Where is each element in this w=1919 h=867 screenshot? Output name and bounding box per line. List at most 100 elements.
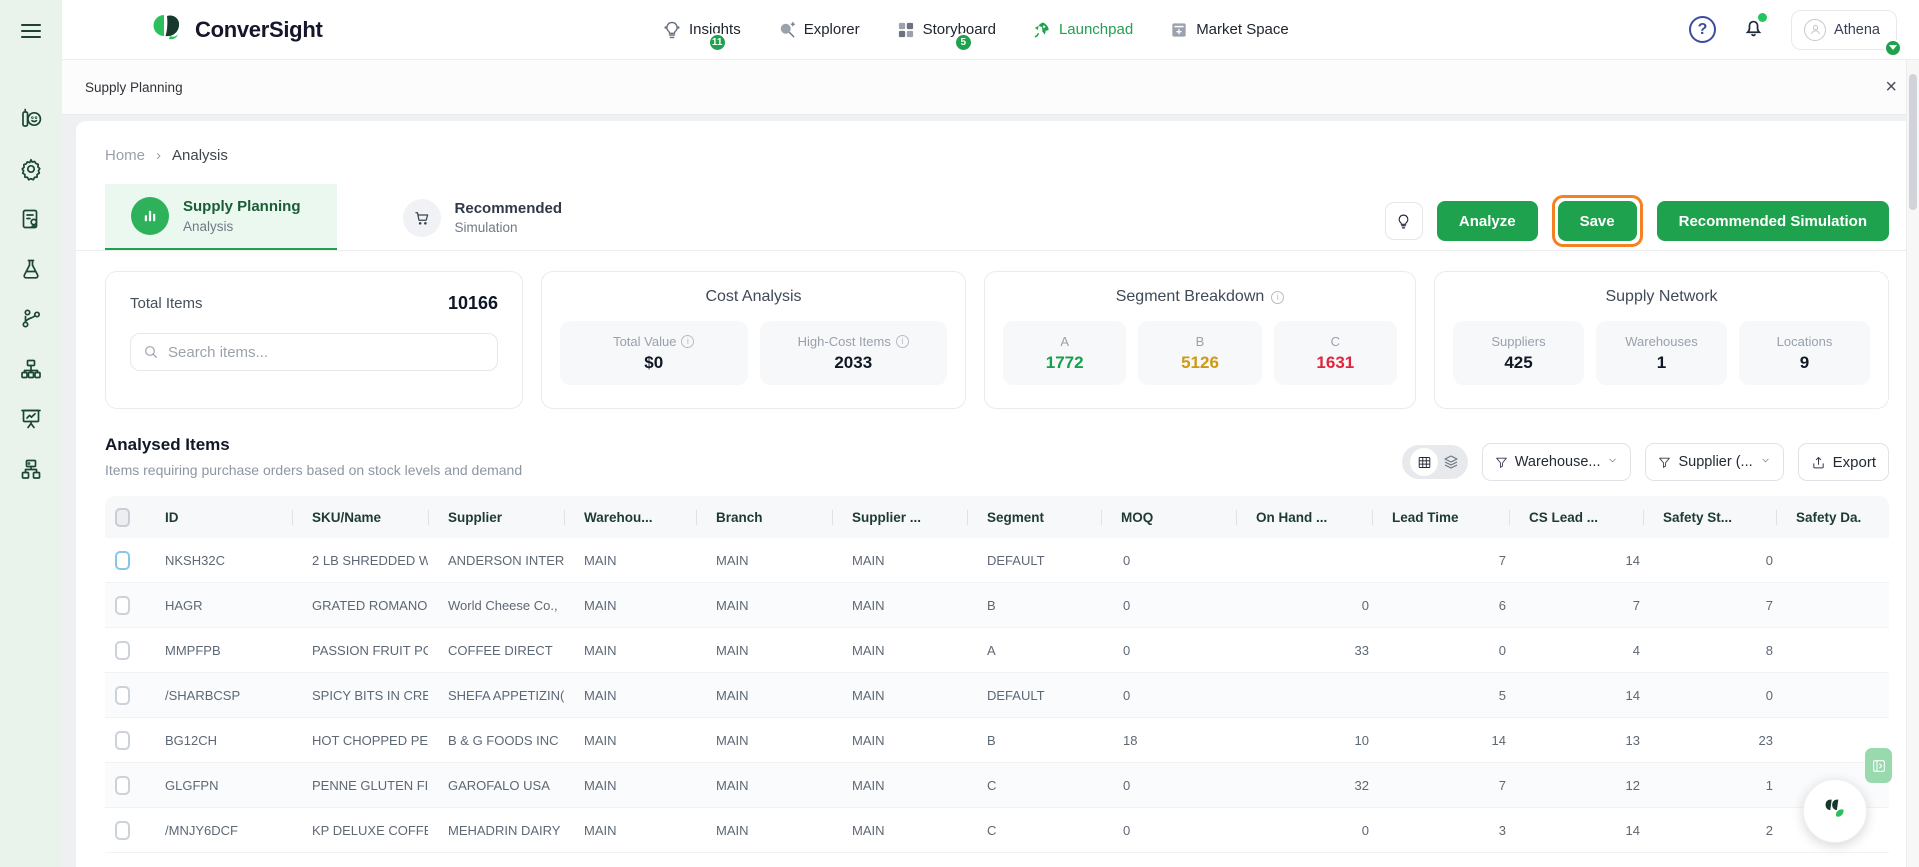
analysed-items-subtitle: Items requiring purchase orders based on… — [105, 461, 523, 478]
row-checkbox[interactable] — [115, 775, 130, 795]
summary-cards: Total Items 10166 Cost Analysis Total Va… — [105, 271, 1889, 409]
table-cell: MAIN — [584, 642, 617, 658]
inventory-insights-icon[interactable] — [18, 106, 44, 132]
analyze-button[interactable]: Analyze — [1436, 201, 1538, 241]
segment-b-metric: B 5126 — [1138, 321, 1262, 385]
nav-insights[interactable]: Insights 11 — [662, 0, 741, 60]
warehouse-filter-dropdown[interactable]: Warehouse... — [1481, 443, 1632, 481]
column-header: MOQ — [1101, 510, 1236, 525]
user-menu[interactable]: Athena — [1791, 9, 1902, 57]
scrollbar-thumb[interactable] — [1909, 74, 1917, 210]
table-row[interactable]: NKSH32C 2 LB SHREDDED W ANDERSON INTER MAIN… — [105, 538, 1889, 583]
logo-text: ConverSight — [195, 16, 323, 42]
nav-storyboard[interactable]: Storyboard 5 — [896, 0, 996, 60]
export-icon — [1812, 456, 1824, 468]
table-row[interactable]: /SHARBCSP SPICY BITS IN CRE. SHEFA APPETIZ… — [105, 673, 1889, 718]
table-cell: 0 — [1123, 642, 1131, 658]
table-cell: 0 — [1765, 552, 1773, 568]
tab-supply-planning-analysis[interactable]: Supply Planning Analysis — [105, 184, 337, 251]
table-row[interactable]: MMPFPB PASSION FRUIT PC COFFEE DIRECT MAIN M… — [105, 628, 1889, 673]
lab-flask-icon[interactable] — [18, 256, 44, 282]
top-navbar: ConverSight Insights 11 Explorer Storybo… — [62, 0, 1919, 60]
row-checkbox[interactable] — [115, 820, 130, 840]
table-cell: MAIN — [716, 642, 749, 658]
document-search-icon[interactable] — [18, 206, 44, 232]
export-button[interactable]: Export — [1797, 443, 1889, 481]
search-items-input[interactable] — [168, 343, 485, 361]
segment-a-metric: A 1772 — [1003, 321, 1127, 385]
save-button-highlight: Save — [1551, 195, 1643, 247]
table-cell: 0 — [1123, 822, 1131, 838]
table-cell: 14 — [1625, 552, 1640, 568]
chevron-down-icon — [1609, 458, 1617, 463]
segment-c-metric: C 1631 — [1273, 321, 1397, 385]
save-button[interactable]: Save — [1557, 201, 1637, 241]
side-panel-toggle-button[interactable] — [1865, 748, 1892, 783]
athena-chat-button[interactable] — [1803, 779, 1867, 843]
cost-analysis-card: Cost Analysis Total Value i $0 High-Cost … — [541, 271, 966, 409]
table-cell: 0 — [1361, 822, 1369, 838]
presentation-chart-icon[interactable] — [18, 406, 44, 432]
info-icon[interactable]: i — [1271, 290, 1285, 304]
segment-breakdown-title: Segment Breakdown i — [1003, 288, 1397, 306]
select-all-checkbox[interactable] — [115, 507, 130, 527]
chevron-down-icon — [1762, 458, 1769, 463]
row-checkbox[interactable] — [115, 550, 130, 570]
column-header: Warehou... — [564, 510, 696, 525]
table-cell: 14 — [1491, 732, 1506, 748]
warehouses-metric: Warehouses 1 — [1596, 321, 1727, 385]
nav-market-space[interactable]: Market Space — [1169, 0, 1289, 60]
help-icon[interactable]: ? — [1689, 16, 1717, 43]
suggestions-bulb-button[interactable] — [1384, 202, 1423, 240]
table-cell: 7 — [1632, 597, 1640, 613]
table-cell: MAIN — [584, 597, 617, 613]
table-row[interactable]: /MNJY6DCF KP DELUXE COFFE MEHADRIN DAIRY MA… — [105, 808, 1889, 853]
row-checkbox[interactable] — [115, 685, 130, 705]
org-structure-icon[interactable] — [18, 456, 44, 482]
items-search — [130, 333, 498, 371]
total-items-card: Total Items 10166 — [105, 271, 523, 409]
table-cell: 33 — [1354, 642, 1369, 658]
conversight-logo[interactable]: ConverSight — [150, 12, 323, 48]
info-icon[interactable]: i — [681, 334, 695, 348]
row-checkbox[interactable] — [115, 595, 130, 615]
layers-view-icon[interactable] — [1443, 454, 1459, 470]
close-icon[interactable]: × — [1885, 77, 1897, 97]
table-cell: 8 — [1765, 642, 1773, 658]
table-view-icon[interactable] — [1410, 448, 1439, 476]
total-items-value: 10166 — [447, 293, 498, 313]
supplier-filter-dropdown[interactable]: Supplier (... — [1645, 443, 1784, 481]
table-row[interactable]: BG12CH HOT CHOPPED PE B & G FOODS INC MAIN M… — [105, 718, 1889, 763]
table-cell: 2 LB SHREDDED W — [312, 552, 428, 568]
view-toggle — [1401, 445, 1468, 479]
hierarchy-icon[interactable] — [18, 356, 44, 382]
conversight-logo-mark — [153, 14, 180, 39]
nav-launchpad[interactable]: Launchpad — [1032, 0, 1133, 60]
suppliers-metric: Suppliers 425 — [1453, 321, 1584, 385]
nav-explorer[interactable]: Explorer — [777, 0, 860, 60]
tab-recommended-simulation[interactable]: Recommended Simulation — [377, 184, 599, 251]
git-branch-icon[interactable] — [18, 306, 44, 332]
table-row[interactable]: GLGFPN PENNE GLUTEN FI GAROFALO USA MAIN MAI… — [105, 763, 1889, 808]
notifications-bell-icon[interactable] — [1742, 12, 1768, 44]
table-cell: PASSION FRUIT PC — [312, 642, 428, 658]
table-cell: B — [987, 732, 996, 748]
row-checkbox[interactable] — [115, 640, 130, 660]
table-row[interactable]: HAGR GRATED ROMANO World Cheese Co., MAIN MA… — [105, 583, 1889, 628]
table-cell: 5 — [1498, 687, 1506, 703]
table-header-row: ID SKU/Name Supplier Warehou... Branch Suppli… — [105, 496, 1889, 538]
locations-metric: Locations 9 — [1739, 321, 1870, 385]
info-icon[interactable]: i — [895, 334, 909, 348]
breadcrumb-home[interactable]: Home — [105, 147, 145, 164]
hamburger-menu-icon[interactable] — [21, 24, 41, 38]
user-dropdown-caret — [1884, 38, 1902, 57]
column-header: Segment — [967, 510, 1101, 525]
settings-gear-icon[interactable] — [18, 156, 44, 182]
total-items-label: Total Items — [130, 295, 203, 312]
storyboard-badge: 5 — [953, 32, 973, 52]
nav-explorer-label: Explorer — [803, 21, 860, 38]
row-checkbox[interactable] — [115, 730, 130, 750]
search-icon — [145, 346, 157, 358]
recommended-simulation-button[interactable]: Recommended Simulation — [1656, 201, 1889, 241]
table-cell: MAIN — [584, 552, 617, 568]
